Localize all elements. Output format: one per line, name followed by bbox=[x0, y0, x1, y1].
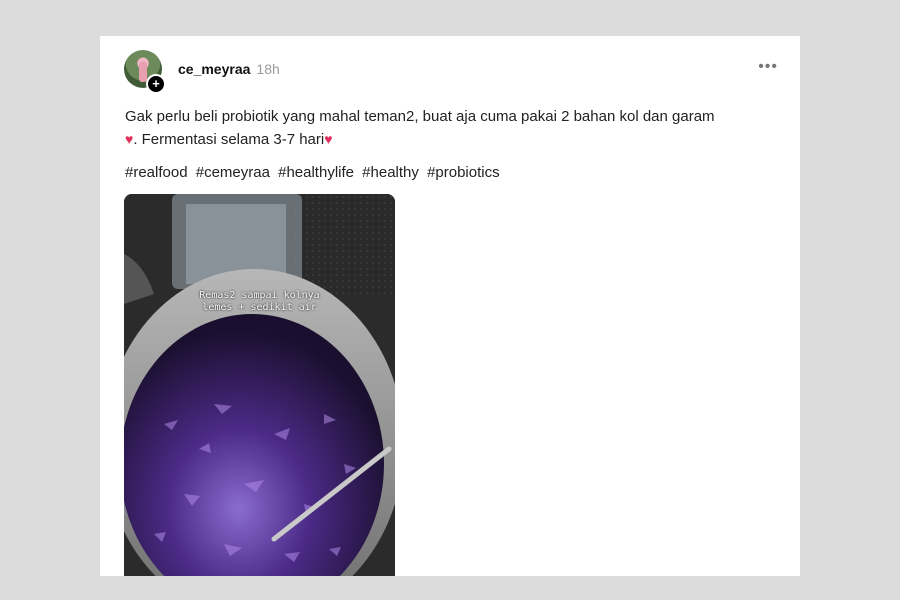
avatar[interactable]: + bbox=[124, 50, 166, 94]
post-text-line2: . Fermentasi selama 3-7 hari bbox=[133, 131, 325, 148]
more-options-icon[interactable]: ••• bbox=[758, 59, 778, 75]
post-header: + ce_meyraa 18h bbox=[124, 50, 280, 94]
post-text-line1: Gak perlu beli probiotik yang mahal tema… bbox=[125, 108, 715, 125]
hashtag-link[interactable]: #cemeyraa bbox=[196, 164, 270, 181]
video-caption-line2: lemes + sedikit air bbox=[202, 302, 317, 313]
avatar-figure bbox=[139, 62, 147, 82]
post-card: + ce_meyraa 18h ••• Gak perlu beli probi… bbox=[100, 36, 800, 576]
hashtag-link[interactable]: #healthy bbox=[362, 164, 419, 181]
follow-plus-icon[interactable]: + bbox=[146, 74, 166, 94]
hashtag-link[interactable]: #probiotics bbox=[427, 164, 500, 181]
post-time[interactable]: 18h bbox=[256, 61, 279, 77]
username[interactable]: ce_meyraa bbox=[178, 61, 250, 77]
heart-icon: ♥ bbox=[324, 131, 333, 147]
hashtag-link[interactable]: #realfood bbox=[125, 164, 188, 181]
video-caption-line1: Remas2 sampai kolnya bbox=[199, 290, 320, 301]
video-caption: Remas2 sampai kolnya lemes + sedikit air bbox=[124, 290, 395, 314]
hashtag-list: #realfood #cemeyraa #healthylife #health… bbox=[125, 164, 504, 181]
post-text: Gak perlu beli probiotik yang mahal tema… bbox=[125, 106, 785, 151]
hashtag-link[interactable]: #healthylife bbox=[278, 164, 354, 181]
cabbage-pot-image bbox=[124, 194, 395, 576]
post-video[interactable]: Remas2 sampai kolnya lemes + sedikit air bbox=[124, 194, 395, 576]
